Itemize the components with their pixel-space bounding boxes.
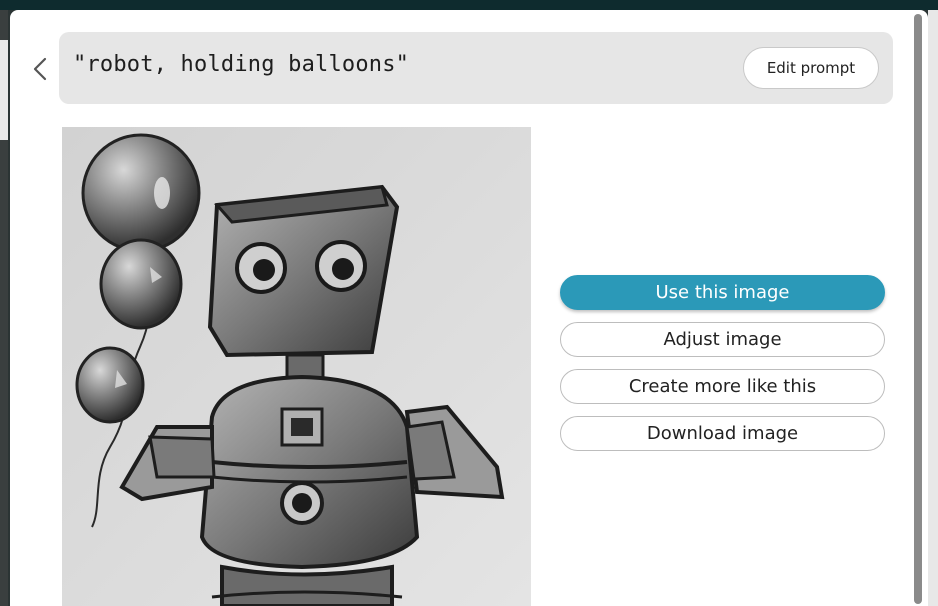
adjust-image-button[interactable]: Adjust image — [560, 322, 885, 357]
backdrop-left-highlight — [0, 40, 8, 140]
image-result-modal: "robot, holding balloons" Edit prompt Us… — [10, 10, 928, 606]
back-button[interactable] — [28, 54, 52, 84]
backdrop-right-edge — [928, 10, 938, 606]
chevron-left-icon — [33, 57, 47, 81]
image-actions: Use this image Adjust image Create more … — [560, 275, 887, 463]
create-more-like-this-button[interactable]: Create more like this — [560, 369, 885, 404]
robot-balloons-illustration — [62, 127, 531, 606]
edit-prompt-button[interactable]: Edit prompt — [743, 47, 879, 89]
generated-image — [62, 127, 531, 606]
scrollbar[interactable] — [914, 14, 922, 604]
backdrop-top-bar — [0, 0, 938, 10]
prompt-bar: "robot, holding balloons" Edit prompt — [59, 32, 893, 104]
use-this-image-button[interactable]: Use this image — [560, 275, 885, 310]
download-image-button[interactable]: Download image — [560, 416, 885, 451]
prompt-text: "robot, holding balloons" — [73, 52, 410, 77]
